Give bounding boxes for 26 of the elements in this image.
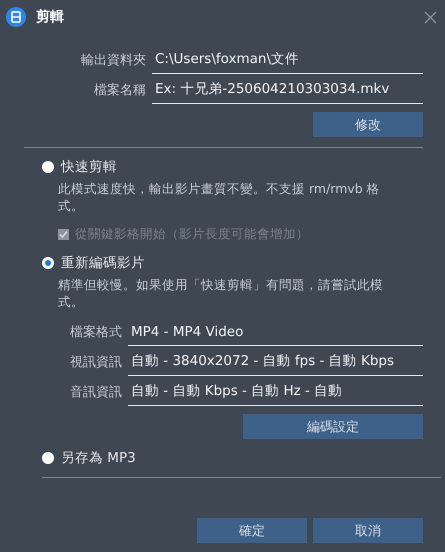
mode-description: 此模式速度快，輸出影片畫質不變。不支援 rm/rmvb 格式。	[58, 180, 381, 214]
modify-button[interactable]: 修改	[313, 112, 423, 137]
input-field[interactable]: C:\Users\foxman\文件	[152, 50, 423, 74]
field-label: 檔案名稱	[93, 82, 147, 100]
window-title: 剪輯	[36, 8, 65, 26]
field-label: 輸出資料夾	[80, 52, 147, 70]
ok-button[interactable]: 確定	[197, 518, 307, 543]
encode-settings-button[interactable]: 編碼設定	[243, 414, 423, 439]
radio-label: 另存為 MP3	[61, 449, 136, 467]
input-field[interactable]: MP4 - MP4 Video	[128, 324, 423, 346]
radio-button[interactable]	[42, 161, 54, 173]
cancel-button[interactable]: 取消	[313, 518, 423, 543]
input-field[interactable]: 自動 - 自動 Kbps - 自動 Hz - 自動	[128, 382, 423, 406]
input-field[interactable]: 自動 - 3840x2072 - 自動 fps - 自動 Kbps	[128, 352, 423, 376]
close-icon[interactable]	[424, 10, 437, 24]
radio-label: 重新編碼影片	[61, 254, 145, 272]
input-field[interactable]: Ex: 十兄弟-250604210303034.mkv	[152, 80, 423, 104]
field-label: 音訊資訊	[69, 384, 123, 402]
field-label: 檔案格式	[69, 324, 123, 342]
radio-button[interactable]	[42, 257, 54, 269]
app-icon	[6, 7, 26, 27]
mode-description: 精準但較慢。如果使用「快速剪輯」有問題，請嘗試此模式。	[58, 276, 384, 310]
checkbox-label: 從關鍵影格開始（影片長度可能會增加）	[75, 226, 309, 242]
radio-label: 快速剪輯	[61, 158, 117, 176]
field-label: 視訊資訊	[69, 354, 123, 372]
radio-button[interactable]	[42, 452, 54, 464]
